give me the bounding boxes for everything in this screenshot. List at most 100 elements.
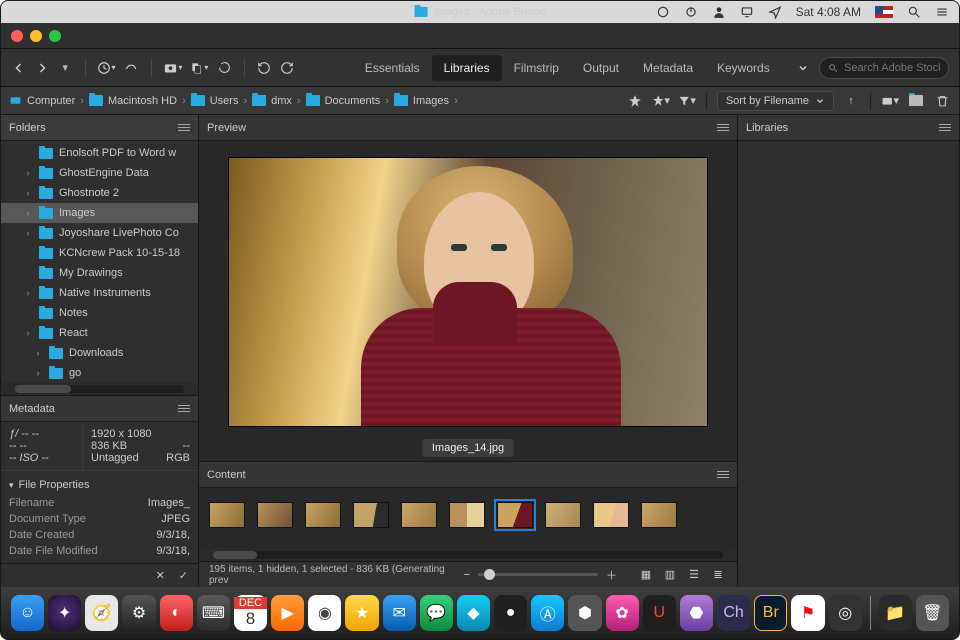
dock-bridge[interactable]: Br [754, 595, 787, 631]
folder-go[interactable]: ›go [25, 363, 198, 383]
file-properties-header[interactable]: ▾File Properties [9, 479, 190, 491]
tree-hscroll[interactable] [1, 383, 198, 395]
dock-app-dark[interactable]: ● [494, 595, 527, 631]
folder-kcncrew-pack-10-15-18[interactable]: KCNcrew Pack 10-15-18 [1, 243, 198, 263]
batch-icon[interactable]: ▾ [190, 57, 208, 79]
dock-app-u[interactable]: U [643, 595, 676, 631]
dock-appstore[interactable]: Ⓐ [531, 595, 564, 631]
folder-my-drawings[interactable]: My Drawings [1, 263, 198, 283]
folders-panel-header[interactable]: Folders [1, 115, 198, 141]
folder-notes[interactable]: Notes [1, 303, 198, 323]
folder-ghostnote-2[interactable]: ›Ghostnote 2 [1, 183, 198, 203]
dock-app-purple[interactable]: ⬣ [680, 595, 713, 631]
dock-finder[interactable]: ☺ [11, 595, 44, 631]
thumbnail[interactable] [497, 502, 533, 528]
crumb-dmx[interactable]: dmx [252, 95, 292, 107]
crumb-computer[interactable]: Computer [9, 94, 75, 107]
panel-menu-icon[interactable] [717, 471, 729, 478]
view-details-icon[interactable]: ☰ [685, 568, 703, 582]
display-icon[interactable] [740, 5, 754, 19]
workspace-tab-filmstrip[interactable]: Filmstrip [502, 55, 571, 81]
search-stock[interactable] [819, 57, 949, 79]
view-grid-icon[interactable]: ▥ [661, 568, 679, 582]
dock-app-yellow[interactable]: ★ [345, 595, 378, 631]
thumb-size-slider[interactable]: − ＋ [464, 567, 617, 583]
zoom-in-icon[interactable]: ＋ [606, 567, 617, 583]
meta-apply-icon[interactable]: ✓ [179, 569, 188, 582]
panel-menu-icon[interactable] [178, 405, 190, 412]
close-window[interactable] [11, 30, 23, 42]
panel-menu-icon[interactable] [178, 124, 190, 131]
dock-calendar[interactable]: DEC8 [234, 595, 267, 631]
menubar-clock[interactable]: Sat 4:08 AM [796, 5, 861, 19]
creative-cloud-icon[interactable] [656, 5, 670, 19]
dock-chrome[interactable]: ◉ [308, 595, 341, 631]
thumbnail[interactable] [305, 502, 341, 528]
rotate-ccw-icon[interactable] [256, 57, 271, 79]
dock-terminal[interactable]: ⌨ [197, 595, 230, 631]
folder-native-instruments[interactable]: ›Native Instruments [1, 283, 198, 303]
preview-panel-header[interactable]: Preview [199, 115, 737, 141]
content-hscroll[interactable] [199, 549, 737, 561]
panel-menu-icon[interactable] [939, 124, 951, 131]
view-grid-lock-icon[interactable]: ▦ [637, 568, 655, 582]
sort-asc-icon[interactable]: ↑ [842, 92, 860, 110]
dock-app-red[interactable]: ◐ [160, 595, 193, 631]
dock-settings[interactable]: ⚙ [122, 595, 155, 631]
dock-app-grey[interactable]: ⬢ [568, 595, 601, 631]
workspace-tab-output[interactable]: Output [571, 55, 631, 81]
folder-enolsoft-pdf-to-word-w[interactable]: Enolsoft PDF to Word w [1, 143, 198, 163]
dock-downloads[interactable]: 📁 [879, 595, 912, 631]
thumbnail[interactable] [593, 502, 629, 528]
sort-dropdown[interactable]: Sort by Filename [717, 91, 834, 111]
folder-ghostengine-data[interactable]: ›GhostEngine Data [1, 163, 198, 183]
folder-joyoshare-livephoto-co[interactable]: ›Joyoshare LivePhoto Co [1, 223, 198, 243]
nav-up[interactable]: ▾ [58, 57, 73, 79]
meta-cancel-icon[interactable]: ✕ [156, 569, 165, 582]
panel-menu-icon[interactable] [717, 124, 729, 131]
dock-mail[interactable]: ✉ [383, 595, 416, 631]
filter-funnel-icon[interactable]: ▾ [678, 92, 696, 110]
camera-import-icon[interactable]: ▾ [163, 57, 182, 79]
thumbnail[interactable] [353, 502, 389, 528]
workspace-tab-keywords[interactable]: Keywords [705, 55, 782, 81]
open-recent-icon[interactable]: ▾ [881, 92, 899, 110]
thumbnail[interactable] [257, 502, 293, 528]
user-icon[interactable] [712, 5, 726, 19]
content-panel-header[interactable]: Content [199, 462, 737, 488]
trash-icon[interactable] [933, 92, 951, 110]
dock-launchpad[interactable]: ✦ [48, 595, 81, 631]
crumb-users[interactable]: Users [191, 95, 239, 107]
rotate-cw-icon[interactable] [280, 57, 295, 79]
tabs-more[interactable] [796, 57, 811, 79]
zoom-out-icon[interactable]: − [464, 569, 470, 581]
menu-icon[interactable] [935, 5, 949, 19]
spotlight-icon[interactable] [907, 5, 921, 19]
new-folder-icon[interactable] [907, 92, 925, 110]
thumbnail[interactable] [449, 502, 485, 528]
thumbnail[interactable] [641, 502, 677, 528]
libraries-panel-header[interactable]: Libraries [738, 115, 959, 141]
zoom-window[interactable] [49, 30, 61, 42]
crumb-images[interactable]: Images [394, 95, 449, 107]
filter-star-icon[interactable] [626, 92, 644, 110]
dock-safari[interactable]: 🧭 [85, 595, 118, 631]
workspace-tab-metadata[interactable]: Metadata [631, 55, 705, 81]
minimize-window[interactable] [30, 30, 42, 42]
nav-back[interactable] [11, 57, 26, 79]
workspace-tab-libraries[interactable]: Libraries [432, 55, 502, 81]
power-icon[interactable] [684, 5, 698, 19]
flag-icon[interactable] [875, 6, 893, 18]
dock-app-pink[interactable]: ✿ [606, 595, 639, 631]
dock-app-dark2[interactable]: ◎ [829, 595, 862, 631]
thumbnail[interactable] [209, 502, 245, 528]
preview-image[interactable] [228, 157, 708, 427]
thumbnail[interactable] [401, 502, 437, 528]
dock-app-cyan[interactable]: ◆ [457, 595, 490, 631]
metadata-panel-header[interactable]: Metadata [1, 396, 198, 422]
dock-messages[interactable]: 💬 [420, 595, 453, 631]
folder-react[interactable]: ›React [1, 323, 198, 343]
search-input[interactable] [844, 62, 940, 74]
filter-rating-icon[interactable]: ▾ [652, 92, 670, 110]
recent-icon[interactable]: ▾ [97, 57, 115, 79]
